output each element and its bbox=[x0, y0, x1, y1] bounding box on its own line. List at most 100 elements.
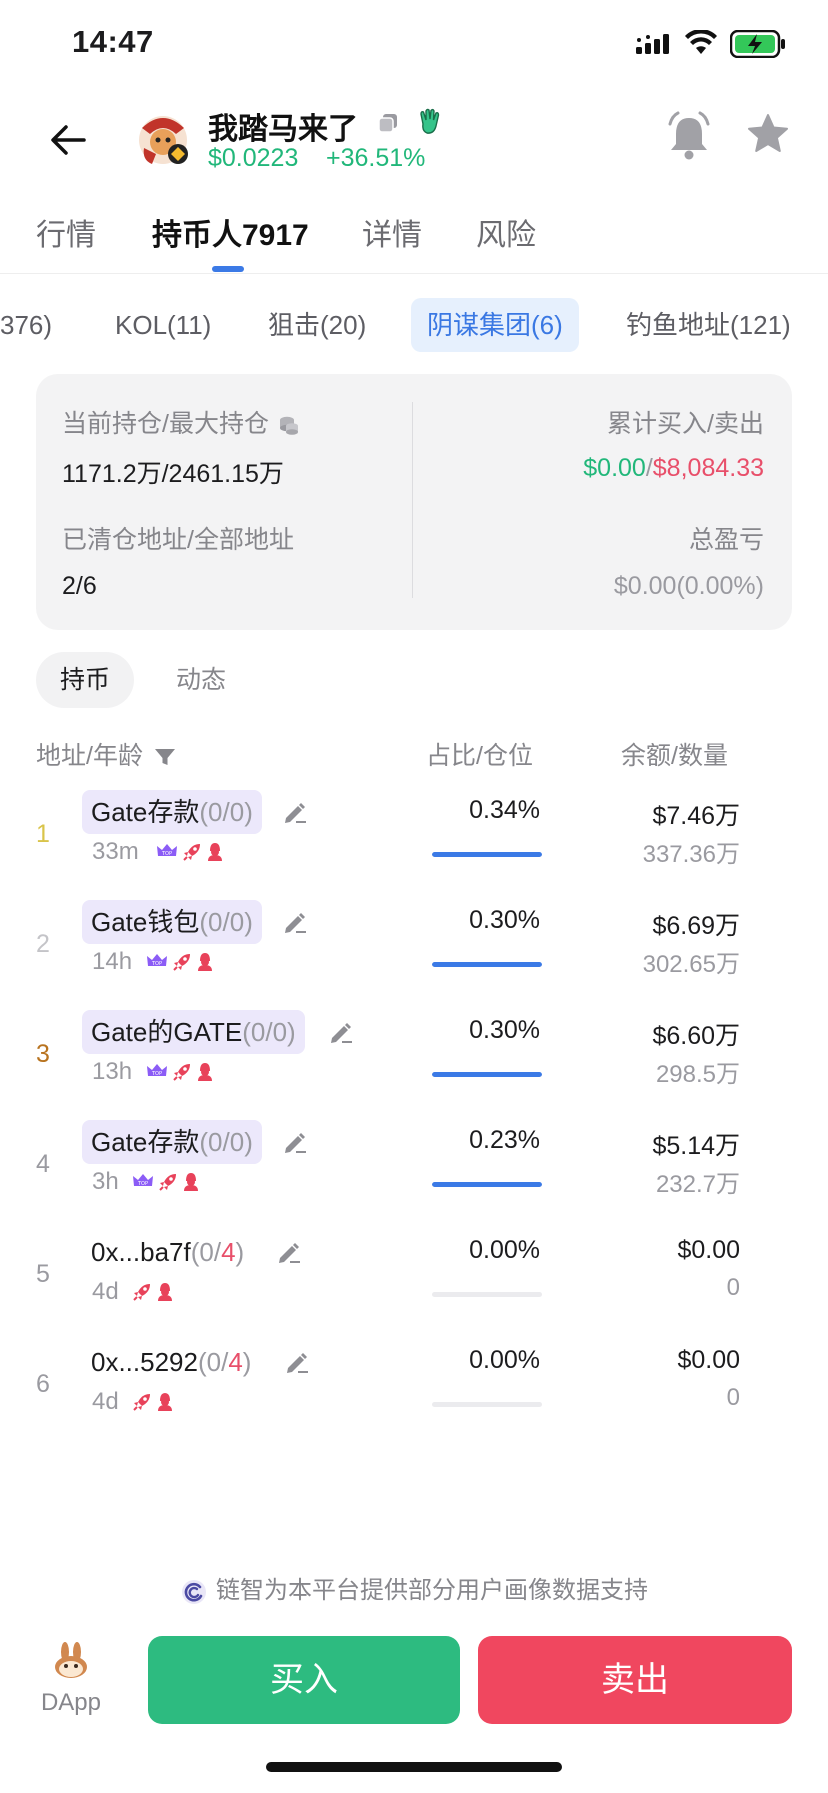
holder-tx-ratio: (0/0) bbox=[199, 907, 252, 937]
subtab-kol[interactable]: KOL(11) bbox=[115, 298, 211, 352]
dev-avatar-icon bbox=[198, 953, 212, 971]
holder-tx-ratio: (0/0) bbox=[242, 1017, 295, 1047]
segment-activity[interactable]: 动态 bbox=[176, 652, 226, 708]
token-header: 我踏马来了 $0.0223 +36.51% bbox=[0, 90, 828, 190]
holder-tx-ratio-count: 0 bbox=[229, 1127, 245, 1157]
main-tabs: 行情 持币人7917 详情 风险 bbox=[0, 200, 828, 274]
sell-button[interactable]: 卖出 bbox=[478, 1636, 792, 1724]
back-arrow-icon[interactable] bbox=[44, 116, 92, 164]
holder-address[interactable]: 0x...5292(0/4) bbox=[82, 1340, 260, 1384]
trade-separator: / bbox=[645, 454, 653, 482]
holder-badges: TOP bbox=[156, 842, 224, 862]
holder-row[interactable]: 5 0x...ba7f(0/4) 4d 0.00% $0.00 0 bbox=[0, 1230, 828, 1340]
favorite-star-icon[interactable] bbox=[746, 112, 790, 156]
holder-tx-ratio-prefix: (0/ bbox=[199, 907, 230, 937]
pnl-label: 总盈亏 bbox=[688, 526, 764, 554]
buy-button[interactable]: 买入 bbox=[148, 1636, 460, 1724]
token-price-change: +36.51% bbox=[326, 144, 426, 172]
holder-tx-ratio: (0/0) bbox=[199, 1127, 252, 1157]
holder-address[interactable]: Gate的GATE(0/0) bbox=[82, 1010, 305, 1054]
holder-quantity: 232.7万 bbox=[655, 1171, 740, 1198]
holders-screen: 14:47 我踏马来了 $0.0223 +36.51% 行情 持币人7917 详… bbox=[0, 0, 828, 1793]
holder-address[interactable]: Gate钱包(0/0) bbox=[82, 900, 262, 944]
rocket-icon bbox=[173, 954, 190, 971]
segment-holdings[interactable]: 持币 bbox=[36, 652, 135, 708]
tab-holders[interactable]: 持币人7917 bbox=[152, 210, 309, 254]
holder-address[interactable]: Gate存款(0/0) bbox=[82, 1120, 262, 1164]
holder-row[interactable]: 2 Gate钱包(0/0) 14h TOP 0.30% $6.69万 302.65万 bbox=[0, 900, 828, 1010]
pnl-value: $0.00(0.00%) bbox=[613, 572, 764, 600]
holder-balance: $0.00 bbox=[677, 1346, 740, 1374]
data-provider-icon bbox=[182, 1579, 206, 1604]
holder-tx-ratio-suffix: ) bbox=[287, 1017, 296, 1047]
holder-badges: TOP bbox=[132, 1172, 200, 1192]
holding-value: 1171.2万/2461.15万 bbox=[62, 460, 284, 488]
token-name: 我踏马来了 bbox=[208, 113, 358, 146]
holder-tx-ratio-count: 4 bbox=[228, 1347, 243, 1377]
holder-badges: TOP bbox=[146, 952, 214, 972]
address-age-header[interactable]: 地址/年龄 bbox=[36, 736, 176, 772]
sold-amount: $8,084.33 bbox=[652, 454, 764, 482]
holder-age: 4d bbox=[92, 1278, 119, 1305]
holder-quantity: 0 bbox=[726, 1274, 740, 1301]
holder-tx-ratio-count: 0 bbox=[229, 797, 245, 827]
filter-icon[interactable] bbox=[154, 747, 176, 767]
holder-balance: $6.60万 bbox=[652, 1022, 740, 1050]
tab-market[interactable]: 行情 bbox=[36, 210, 96, 254]
holder-row[interactable]: 6 0x...5292(0/4) 4d 0.00% $0.00 0 bbox=[0, 1340, 828, 1450]
tab-risk[interactable]: 风险 bbox=[476, 210, 536, 254]
waving-hand-icon bbox=[420, 108, 440, 134]
holder-share-bar bbox=[432, 852, 542, 857]
holder-share-bar bbox=[432, 1182, 542, 1187]
holder-tx-ratio-prefix: (0/ bbox=[199, 1127, 230, 1157]
holder-tx-ratio-suffix: ) bbox=[242, 1347, 252, 1377]
subtab-previous[interactable]: 376) bbox=[0, 298, 52, 352]
dapp-button[interactable]: DApp bbox=[36, 1640, 106, 1717]
holder-tx-ratio: (0/0) bbox=[199, 797, 252, 827]
holder-share-bar-fill bbox=[432, 962, 542, 967]
holder-tx-ratio-suffix: ) bbox=[244, 797, 253, 827]
edit-label-icon[interactable] bbox=[282, 1130, 308, 1156]
edit-label-icon[interactable] bbox=[282, 800, 308, 826]
holder-age: 3h bbox=[92, 1168, 119, 1195]
tab-details[interactable]: 详情 bbox=[362, 210, 422, 254]
holder-share-bar-fill bbox=[432, 1182, 542, 1187]
holding-label: 当前持仓/最大持仓 bbox=[62, 404, 300, 440]
holder-row[interactable]: 4 Gate存款(0/0) 3h TOP 0.23% $5.14万 232.7万 bbox=[0, 1120, 828, 1230]
edit-label-icon[interactable] bbox=[328, 1020, 354, 1046]
holder-quantity: 0 bbox=[726, 1384, 740, 1411]
home-indicator bbox=[266, 1762, 562, 1772]
holder-address[interactable]: 0x...ba7f(0/4) bbox=[82, 1230, 253, 1274]
holder-tx-ratio-count: 0 bbox=[272, 1017, 288, 1047]
subtab-cabal[interactable]: 阴谋集团(6) bbox=[411, 298, 579, 352]
alert-bell-icon[interactable] bbox=[664, 110, 714, 164]
holder-row[interactable]: 1 Gate存款(0/0) 33m TOP 0.34% $7.46万 337.36万 bbox=[0, 790, 828, 900]
copy-icon[interactable] bbox=[377, 112, 399, 134]
holder-tx-ratio-suffix: ) bbox=[244, 907, 253, 937]
address-age-header-text: 地址/年龄 bbox=[36, 742, 143, 770]
top-crown-icon: TOP bbox=[133, 1174, 153, 1187]
holder-address-label: Gate钱包 bbox=[91, 907, 200, 937]
rocket-icon bbox=[159, 1174, 176, 1191]
active-tab-indicator bbox=[212, 266, 244, 272]
edit-label-icon[interactable] bbox=[284, 1350, 310, 1376]
holder-balance: $7.46万 bbox=[652, 802, 740, 830]
holder-rank: 1 bbox=[36, 820, 50, 848]
cleared-value: 2/6 bbox=[62, 572, 97, 600]
holder-address[interactable]: Gate存款(0/0) bbox=[82, 790, 262, 834]
rocket-icon bbox=[133, 1284, 150, 1301]
subtab-phishing[interactable]: 钓鱼地址(121) bbox=[626, 298, 791, 352]
edit-label-icon[interactable] bbox=[282, 910, 308, 936]
status-bar: 14:47 bbox=[0, 0, 828, 90]
holder-row[interactable]: 3 Gate的GATE(0/0) 13h TOP 0.30% $6.60万 298.5万 bbox=[0, 1010, 828, 1120]
cellular-signal-icon bbox=[636, 34, 669, 54]
subtab-sniper[interactable]: 狙击(20) bbox=[268, 298, 366, 352]
share-position-header: 占比/仓位 bbox=[426, 742, 533, 770]
holder-share: 0.00% bbox=[469, 1236, 540, 1264]
holder-age: 14h bbox=[92, 948, 133, 975]
svg-text:TOP: TOP bbox=[151, 961, 162, 967]
edit-label-icon[interactable] bbox=[276, 1240, 302, 1266]
dev-avatar-icon bbox=[184, 1173, 198, 1191]
holder-tx-ratio: (0/4) bbox=[191, 1237, 244, 1267]
holder-balance: $5.14万 bbox=[652, 1132, 740, 1160]
